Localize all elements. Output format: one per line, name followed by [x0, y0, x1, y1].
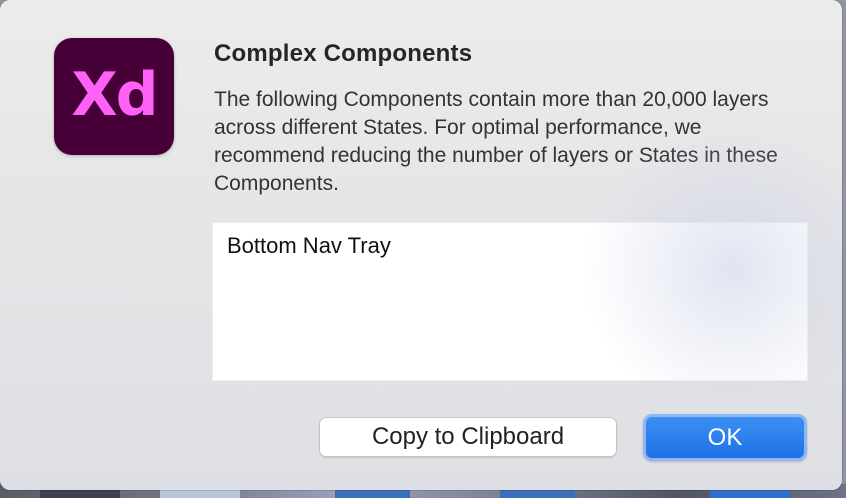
alert-dialog: Xd Complex Components The following Comp… — [0, 0, 842, 490]
app-icon-label: Xd — [71, 59, 158, 130]
list-item[interactable]: Bottom Nav Tray — [227, 233, 391, 259]
ok-button[interactable]: OK — [643, 414, 807, 461]
adobe-xd-app-icon: Xd — [54, 38, 174, 155]
copy-to-clipboard-button[interactable]: Copy to Clipboard — [319, 417, 617, 457]
dialog-title: Complex Components — [214, 40, 473, 67]
components-list[interactable]: Bottom Nav Tray — [212, 222, 808, 381]
dialog-message: The following Components contain more th… — [214, 88, 778, 195]
